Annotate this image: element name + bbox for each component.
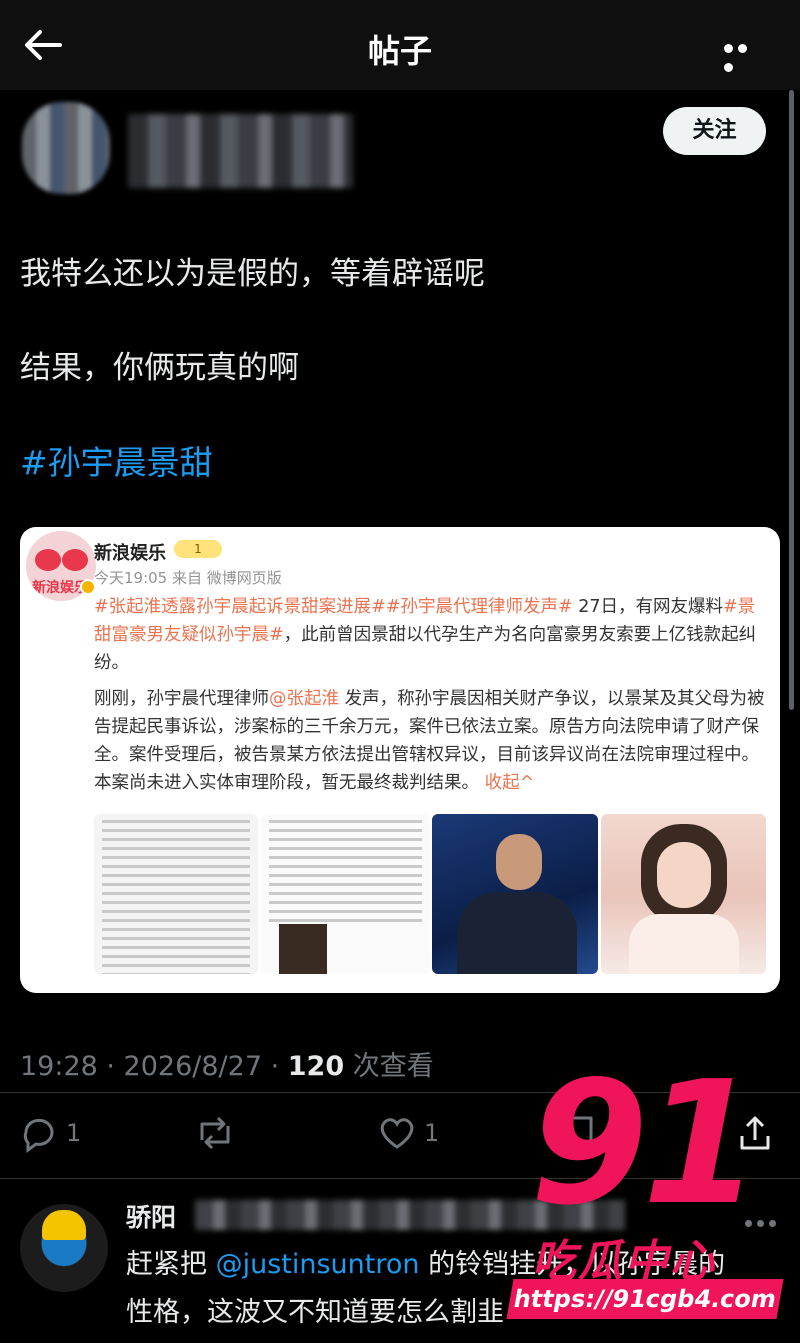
scrollbar[interactable] (789, 90, 794, 710)
watermark-logo: 91 吃瓜中心 https://91cgb4.com (506, 1045, 790, 1343)
repost-icon (200, 1116, 230, 1150)
author-avatar[interactable] (22, 102, 110, 194)
card-source-name: 新浪娱乐 (94, 543, 166, 564)
woman-photo[interactable] (601, 814, 766, 974)
reply-author-name[interactable]: 骄阳 (126, 1198, 176, 1234)
repost-button[interactable] (194, 1112, 236, 1156)
author-name-blurred[interactable] (128, 114, 353, 188)
reply-text-line-2: 性格，这波又不知道要怎么割韭 (126, 1297, 504, 1328)
card-paragraph-2: 刚刚，孙宇晨代理律师@张起淮 发声，称孙宇晨因相关财产争议，以景某及其父母为被告… (94, 689, 765, 793)
collapse-link: 收起^ (484, 773, 535, 793)
top-bar: 帖子 (0, 0, 800, 90)
more-options-icon[interactable] (724, 38, 764, 72)
document-thumbnail[interactable] (94, 814, 258, 974)
follow-button[interactable]: 关注 (663, 107, 766, 155)
card-paragraph-1: #张起淮透露孙宇晨起诉景甜案进展##孙宇晨代理律师发声# 27日，有网友爆料#景… (94, 597, 757, 673)
post-timestamp: 19:28 · 2026/8/27 · 120 次查看 (20, 1051, 434, 1082)
embedded-weibo-image[interactable]: 新浪娱乐 新浪娱乐 1 今天19:05 来自 微博网页版 #张起淮透露孙宇晨起诉… (20, 527, 780, 993)
document-thumbnail[interactable] (261, 814, 430, 974)
like-icon (380, 1118, 414, 1149)
reply-author-avatar[interactable] (20, 1204, 108, 1292)
reply-icon (23, 1118, 54, 1153)
views-count: 120 (287, 1051, 345, 1082)
like-button[interactable]: 1 (376, 1112, 439, 1156)
man-photo[interactable] (432, 814, 598, 974)
page-title: 帖子 (367, 32, 432, 70)
post-hashtag[interactable]: #孙宇晨景甜 (20, 436, 213, 484)
level-badge: 1 (174, 540, 222, 558)
reply-button[interactable]: 1 (18, 1112, 81, 1156)
reply-mention[interactable]: @justinsuntron (216, 1249, 420, 1280)
card-meta: 今天19:05 来自 微博网页版 (94, 569, 282, 587)
post-text-line-2: 结果，你俩玩真的啊 (20, 350, 299, 386)
post-text-line-1: 我特么还以为是假的，等着辟谣呢 (20, 256, 485, 292)
